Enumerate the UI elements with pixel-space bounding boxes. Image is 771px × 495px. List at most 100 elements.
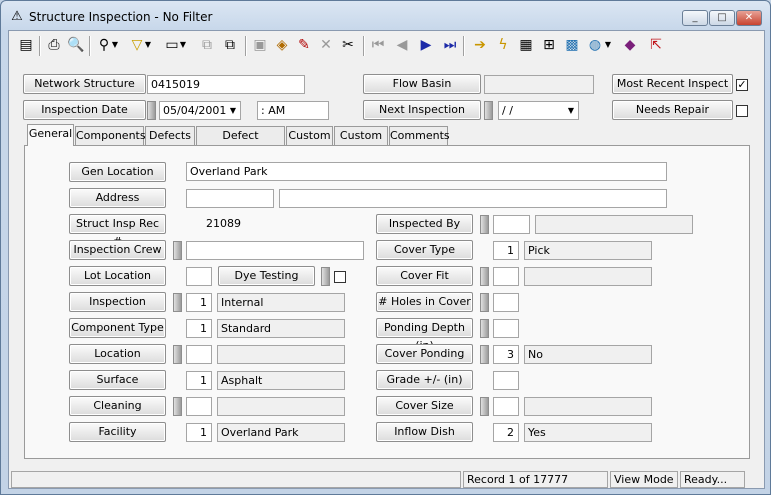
next-inspection-lookup[interactable]: [484, 101, 493, 120]
facility-code-field[interactable]: 1: [186, 423, 212, 442]
cover-size-code-field[interactable]: [493, 397, 519, 416]
next-inspection-field[interactable]: / / ▼: [498, 101, 579, 120]
inspected-by-code-field[interactable]: [493, 215, 530, 234]
location-code-field[interactable]: [186, 345, 212, 364]
grade-field[interactable]: [493, 371, 519, 390]
most-recent-inspect-button[interactable]: Most Recent Inspect: [612, 74, 733, 94]
inspected-by-button[interactable]: Inspected By: [376, 214, 473, 234]
needs-repair-button[interactable]: Needs Repair: [612, 100, 733, 120]
lot-location-button[interactable]: Lot Location: [69, 266, 166, 286]
cover-type-button[interactable]: Cover Type: [376, 240, 473, 260]
holes-in-cover-field[interactable]: [493, 293, 519, 312]
tab-components[interactable]: Components: [75, 126, 146, 145]
close-button[interactable]: ✕: [736, 10, 762, 26]
dropdown-arrow-icon[interactable]: ▼: [110, 34, 120, 56]
dropdown-arrow-icon[interactable]: ▼: [178, 34, 188, 56]
chevron-down-icon[interactable]: ▼: [565, 104, 577, 117]
inflow-dish-code-field[interactable]: 2: [493, 423, 519, 442]
cover-fit-button[interactable]: Cover Fit: [376, 266, 473, 286]
needs-repair-checkbox[interactable]: [736, 105, 748, 117]
dye-testing-button[interactable]: Dye Testing: [218, 266, 315, 286]
cover-fit-lookup[interactable]: [480, 267, 489, 286]
cut-icon[interactable]: ✂: [337, 34, 359, 56]
cleaning-button[interactable]: Cleaning: [69, 396, 166, 416]
inflow-dish-button[interactable]: Inflow Dish: [376, 422, 473, 442]
tab-custom[interactable]: Custom: [286, 126, 333, 145]
cover-ponding-button[interactable]: Cover Ponding: [376, 344, 473, 364]
map-icon[interactable]: ▩: [561, 34, 583, 56]
address-button[interactable]: Address: [69, 188, 166, 208]
copy-icon[interactable]: ⧉: [196, 34, 218, 56]
ponding-depth-field[interactable]: [493, 319, 519, 338]
lot-location-field[interactable]: [186, 267, 212, 286]
location-button[interactable]: Location: [69, 344, 166, 364]
tab-general[interactable]: General: [27, 124, 74, 146]
address-number-field[interactable]: [186, 189, 274, 208]
last-record-icon[interactable]: ⏭: [439, 34, 461, 56]
struct-insp-rec-button[interactable]: Struct Insp Rec #: [69, 214, 166, 248]
form-icon[interactable]: ▤: [15, 34, 37, 56]
dropdown-arrow-icon[interactable]: ▼: [603, 34, 613, 56]
surface-code-field[interactable]: 1: [186, 371, 212, 390]
tab-custom-2[interactable]: Custom 2: [334, 126, 388, 159]
inspection-crew-button[interactable]: Inspection Crew: [69, 240, 166, 260]
inspection-date-field[interactable]: 05/04/2001 ▼: [159, 101, 241, 120]
cover-ponding-code-field[interactable]: 3: [493, 345, 519, 364]
grade-button[interactable]: Grade +/- (in): [376, 370, 473, 390]
gen-location-button[interactable]: Gen Location: [69, 162, 166, 182]
first-record-icon[interactable]: ⏮: [367, 34, 389, 56]
print-icon[interactable]: ⎙: [43, 34, 65, 56]
tree-icon[interactable]: ⊞: [538, 34, 560, 56]
cleaning-code-field[interactable]: [186, 397, 212, 416]
inspection-date-lookup[interactable]: [147, 101, 156, 120]
component-type-button[interactable]: Component Type: [69, 318, 166, 338]
cleaning-lookup[interactable]: [173, 397, 182, 416]
flow-basin-button[interactable]: Flow Basin: [363, 74, 481, 94]
chevron-down-icon[interactable]: ▼: [227, 104, 239, 117]
cover-ponding-lookup[interactable]: [480, 345, 489, 364]
table-icon[interactable]: ▦: [515, 34, 537, 56]
tab-defect-summary[interactable]: Defect Summary: [196, 126, 285, 159]
dye-testing-checkbox[interactable]: [334, 271, 346, 283]
print-preview-icon[interactable]: 🔍: [65, 34, 87, 56]
book-icon[interactable]: ◆: [619, 34, 641, 56]
cover-size-button[interactable]: Cover Size: [376, 396, 473, 416]
delete-icon[interactable]: ✕: [315, 34, 337, 56]
dropdown-arrow-icon[interactable]: ▼: [143, 34, 153, 56]
ponding-depth-button[interactable]: Ponding Depth (in): [376, 318, 473, 352]
lightning-icon[interactable]: ϟ: [492, 34, 514, 56]
inspection-date-button[interactable]: Inspection Date: [23, 100, 146, 120]
inspection-code-field[interactable]: 1: [186, 293, 212, 312]
inspection-time-field[interactable]: : AM: [257, 101, 329, 120]
edit-icon[interactable]: ◈: [271, 34, 293, 56]
inspection-button[interactable]: Inspection: [69, 292, 166, 312]
cover-fit-code-field[interactable]: [493, 267, 519, 286]
facility-button[interactable]: Facility: [69, 422, 166, 442]
surface-button[interactable]: Surface: [69, 370, 166, 390]
inspection-lookup[interactable]: [173, 293, 182, 312]
pencil-icon[interactable]: ✎: [293, 34, 315, 56]
network-structure-field[interactable]: 0415019: [147, 75, 305, 94]
ponding-depth-lookup[interactable]: [480, 319, 489, 338]
minimize-button[interactable]: _: [682, 10, 708, 26]
duplicate-icon[interactable]: ⧉: [219, 34, 241, 56]
go-icon[interactable]: ➔: [469, 34, 491, 56]
cover-size-lookup[interactable]: [480, 397, 489, 416]
tab-defects[interactable]: Defects: [145, 126, 195, 145]
location-lookup[interactable]: [173, 345, 182, 364]
address-street-field[interactable]: [279, 189, 667, 208]
component-type-code-field[interactable]: 1: [186, 319, 212, 338]
gen-location-field[interactable]: Overland Park: [186, 162, 667, 181]
network-structure-button[interactable]: Network Structure: [23, 74, 146, 94]
inspection-crew-lookup[interactable]: [173, 241, 182, 260]
maximize-button[interactable]: □: [709, 10, 735, 26]
inspection-crew-field[interactable]: [186, 241, 364, 260]
flow-basin-field[interactable]: [484, 75, 594, 94]
save-icon[interactable]: ▣: [249, 34, 271, 56]
export-icon[interactable]: ⇱: [645, 34, 667, 56]
next-inspection-button[interactable]: Next Inspection: [363, 100, 481, 120]
most-recent-inspect-checkbox[interactable]: ✓: [736, 79, 748, 91]
cover-type-code-field[interactable]: 1: [493, 241, 519, 260]
dye-testing-lookup[interactable]: [321, 267, 330, 286]
holes-in-cover-lookup[interactable]: [480, 293, 489, 312]
